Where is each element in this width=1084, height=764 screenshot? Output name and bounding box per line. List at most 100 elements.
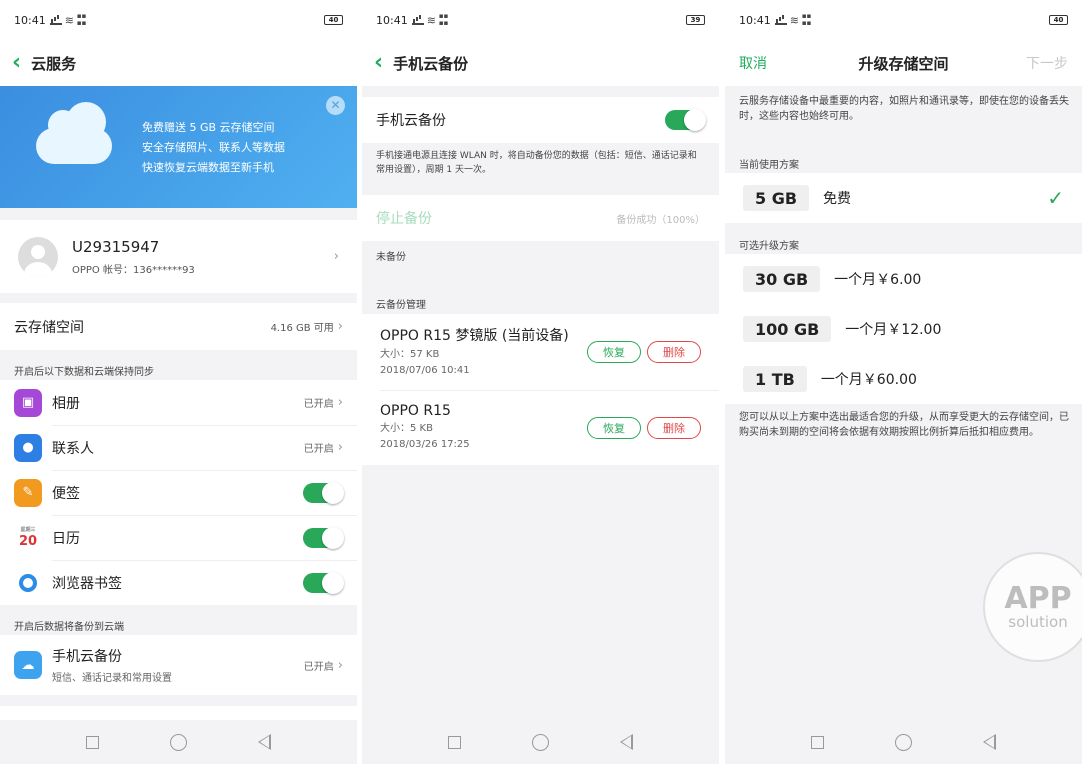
delete-button[interactable]: 删除 — [647, 341, 701, 363]
home-icon[interactable] — [894, 733, 912, 751]
back-nav-icon[interactable] — [620, 734, 634, 750]
plan-size: 5 GB — [743, 185, 810, 211]
sync-item-contacts[interactable]: ● 联系人 已开启 › — [0, 425, 357, 470]
plan-size: 1 TB — [743, 366, 807, 392]
upgrade-storage-screen: 10:41 ≋ ▪▪ ▪▪ 40 取消 升级存储空间 下一步 云服务存储设备中最重… — [725, 0, 1082, 764]
phone-backup-screen: 10:41 ≋ ▪▪ ▪▪ 39 ‹ 手机云备份 手机云备份 手机接通电源且连接 … — [362, 0, 719, 764]
next-button[interactable]: 下一步 — [1026, 53, 1068, 73]
network-speed-icon: ▪▪ ▪▪ — [76, 12, 87, 27]
check-icon: ✓ — [1047, 186, 1064, 210]
backup-progress-status: 备份成功（100%） — [616, 214, 705, 226]
signal-icon — [411, 16, 424, 25]
calendar-icon: 星期三 20 — [14, 523, 42, 552]
home-icon[interactable] — [169, 733, 187, 751]
status-time: 10:41 — [14, 13, 46, 27]
sync-section-header: 开启后以下数据和云端保持同步 — [14, 367, 154, 378]
plan-size: 100 GB — [743, 316, 832, 342]
back-icon[interactable]: ‹ — [374, 52, 383, 74]
watermark-line-2: solution — [1008, 613, 1068, 631]
storage-row[interactable]: 云存储空间 4.16 GB 可用 › — [0, 303, 357, 350]
close-icon[interactable]: ✕ — [326, 96, 345, 115]
status-icons: ≋ ▪▪ ▪▪ — [411, 13, 448, 27]
sync-item-notes[interactable]: ✎ 便签 — [0, 470, 357, 515]
status-bar: 10:41 ≋ ▪▪ ▪▪ 40 — [0, 0, 357, 40]
sync-item-status: 已开启 — [303, 444, 334, 455]
chevron-right-icon: › — [337, 657, 343, 673]
device-size: 大小：5 KB — [380, 423, 433, 434]
account-username: U29315947 — [72, 237, 160, 256]
device-name: OPPO R15 梦镜版 (当前设备) — [380, 328, 569, 344]
sync-item-label: 日历 — [52, 530, 80, 547]
next-row-peek — [0, 706, 357, 720]
plan-price: 一个月￥12.00 — [845, 322, 942, 338]
backup-device-item: OPPO R15 大小：5 KB 2018/03/26 17:25 恢复 删除 — [362, 391, 719, 465]
back-nav-icon[interactable] — [258, 734, 272, 750]
status-bar: 10:41 ≋ ▪▪ ▪▪ 40 — [725, 0, 1082, 40]
backup-item-sub: 短信、通话记录和常用设置 — [52, 673, 172, 684]
current-plan-header: 当前使用方案 — [739, 160, 799, 171]
device-date: 2018/03/26 17:25 — [380, 439, 470, 450]
plan-option[interactable]: 30 GB 一个月￥6.00 — [725, 254, 1082, 304]
back-nav-icon[interactable] — [983, 734, 997, 750]
storage-label: 云存储空间 — [14, 319, 84, 336]
current-plan-row: 5 GB 免费 ✓ — [725, 173, 1082, 223]
cloud-icon — [36, 102, 112, 164]
sync-item-label: 浏览器书签 — [52, 575, 122, 592]
sync-item-album[interactable]: ▣ 相册 已开启 › — [0, 380, 357, 425]
nav-bar — [0, 720, 357, 764]
calendar-icon-day: 20 — [18, 534, 38, 549]
bookmarks-toggle[interactable] — [303, 571, 344, 594]
cancel-button[interactable]: 取消 — [739, 53, 767, 73]
status-bar: 10:41 ≋ ▪▪ ▪▪ 39 — [362, 0, 719, 40]
battery-icon: 39 — [686, 15, 705, 25]
top-bar: ‹ 云服务 — [0, 40, 357, 86]
page-title: 手机云备份 — [393, 54, 469, 73]
restore-button[interactable]: 恢复 — [587, 417, 641, 439]
delete-button[interactable]: 删除 — [647, 417, 701, 439]
backup-device-list: OPPO R15 梦镜版 (当前设备) 大小：57 KB 2018/07/06 … — [362, 314, 719, 465]
recent-apps-icon[interactable] — [447, 735, 461, 749]
sync-item-calendar[interactable]: 星期三 20 日历 — [0, 515, 357, 560]
chevron-right-icon: › — [333, 249, 339, 264]
top-bar: 取消 升级存储空间 下一步 — [725, 40, 1082, 86]
restore-button[interactable]: 恢复 — [587, 341, 641, 363]
wifi-icon: ≋ — [64, 13, 74, 27]
plan-price: 一个月￥6.00 — [834, 272, 922, 288]
account-card[interactable]: U29315947 OPPO 帐号：136******93 › — [0, 220, 357, 293]
battery-icon: 40 — [1049, 15, 1068, 25]
sync-item-bookmarks[interactable]: 浏览器书签 — [0, 560, 357, 605]
backup-toggle-row[interactable]: 手机云备份 — [362, 97, 719, 143]
banner-line-1: 免费赠送 5 GB 云存储空间 — [142, 121, 275, 134]
back-icon[interactable]: ‹ — [12, 52, 21, 74]
upgrade-plans-header: 可选升级方案 — [739, 241, 799, 252]
signal-icon — [774, 16, 787, 25]
banner-line-2: 安全存储照片、联系人等数据 — [142, 141, 285, 154]
contacts-icon: ● — [14, 433, 42, 462]
notes-toggle[interactable] — [303, 481, 344, 504]
status-time: 10:41 — [739, 13, 771, 27]
account-id: OPPO 帐号：136******93 — [72, 264, 195, 276]
backup-section-header: 开启后数据将备份到云端 — [14, 622, 124, 633]
stop-backup-label: 停止备份 — [376, 211, 432, 227]
recent-apps-icon[interactable] — [810, 735, 824, 749]
backup-toggle[interactable] — [665, 109, 706, 131]
recent-apps-icon[interactable] — [85, 735, 99, 749]
sync-item-label: 联系人 — [52, 440, 94, 457]
home-icon[interactable] — [531, 733, 549, 751]
not-backed-label: 未备份 — [376, 252, 406, 263]
screenshot-collage: 10:41 ≋ ▪▪ ▪▪ 40 ‹ 云服务 免费赠送 5 GB 云存储空间 安全… — [0, 0, 1084, 764]
calendar-toggle[interactable] — [303, 526, 344, 549]
watermark-line-1: APP — [1004, 581, 1072, 616]
stop-backup-row[interactable]: 停止备份 备份成功（100%） — [362, 195, 719, 241]
plan-option[interactable]: 100 GB 一个月￥12.00 — [725, 304, 1082, 354]
cloud-service-screen: 10:41 ≋ ▪▪ ▪▪ 40 ‹ 云服务 免费赠送 5 GB 云存储空间 安全… — [0, 0, 357, 764]
promo-banner[interactable]: 免费赠送 5 GB 云存储空间 安全存储照片、联系人等数据 快速恢复云端数据至新… — [0, 86, 357, 208]
browser-icon — [14, 568, 42, 597]
wifi-icon: ≋ — [789, 13, 799, 27]
signal-icon — [49, 16, 62, 25]
plan-option[interactable]: 1 TB 一个月￥60.00 — [725, 354, 1082, 404]
nav-bar — [362, 720, 719, 764]
banner-line-3: 快速恢复云端数据至新手机 — [142, 161, 274, 174]
phone-backup-row[interactable]: ☁ 手机云备份 短信、通话记录和常用设置 已开启 › — [0, 635, 357, 695]
wifi-icon: ≋ — [426, 13, 436, 27]
